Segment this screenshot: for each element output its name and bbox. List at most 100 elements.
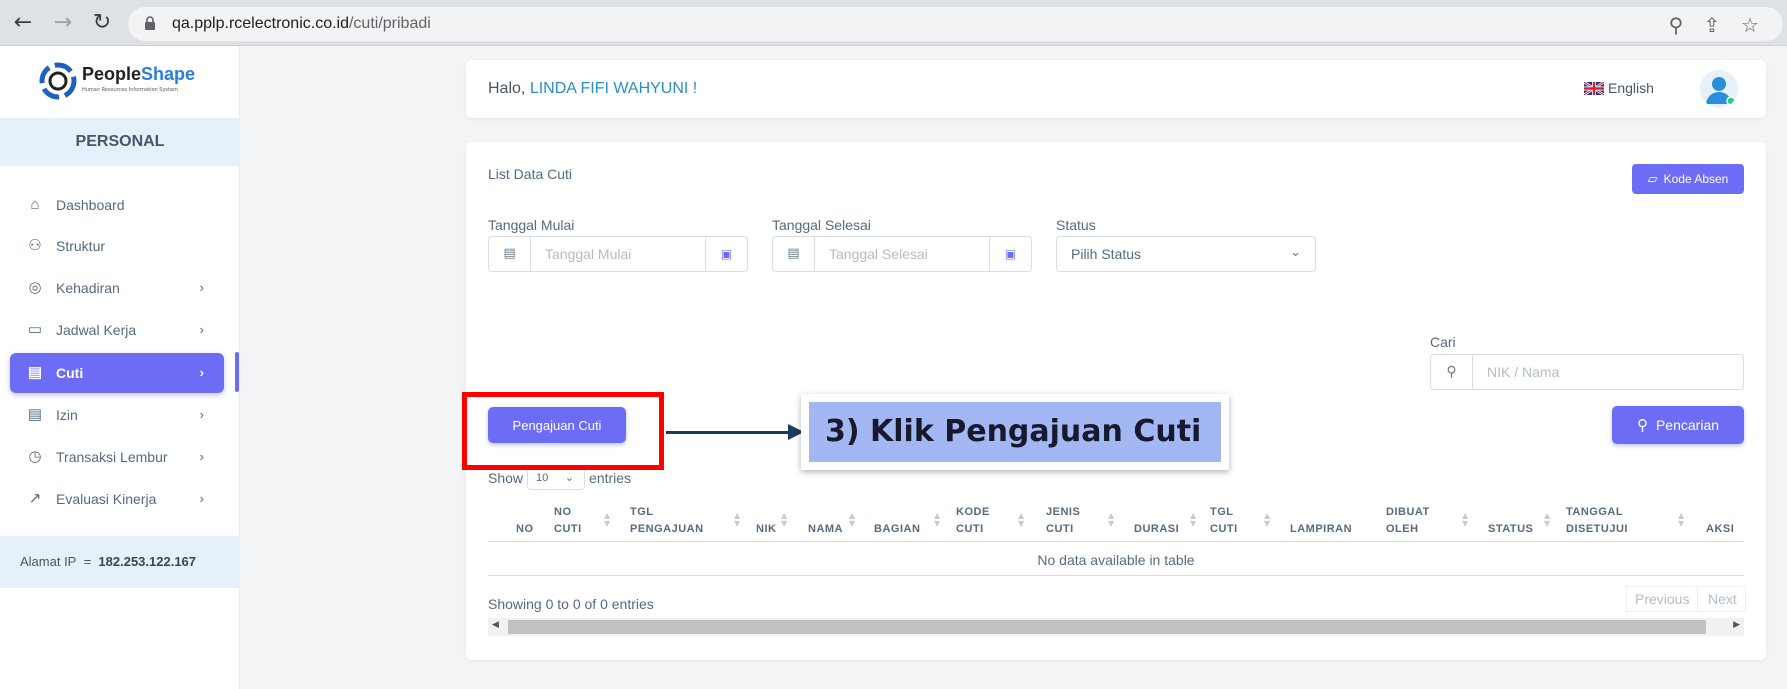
cari-label: Cari (1430, 334, 1456, 350)
browser-toolbar: ← → ↻ qa.pplp.rcelectronic.co.id/cuti/pr… (0, 0, 1787, 46)
sort-icon: ▲ ▼ (1108, 511, 1115, 528)
calendar-icon: ▤ (27, 364, 43, 381)
fingerprint-icon: ◎ (28, 279, 42, 296)
sort-icon: ▲ ▼ (734, 511, 741, 528)
briefcase-icon: ▭ (27, 321, 43, 338)
ip-address: Alamat IP = 182.253.122.167 (0, 536, 240, 588)
previous-button[interactable]: Previous (1626, 586, 1699, 612)
scroll-right-icon[interactable]: ▶ (1733, 620, 1740, 630)
sidebar-item-kehadiran[interactable]: ◎ Kehadiran › (10, 268, 224, 308)
home-icon: ⌂ (30, 196, 40, 213)
logo-text: PeopleShape (82, 64, 196, 84)
sidebar-item-izin[interactable]: ▤ Izin › (10, 395, 224, 435)
sort-icon: ▲ ▼ (1678, 511, 1685, 528)
calendar-icon: ▤ (27, 406, 43, 423)
sort-icon: ▲ ▼ (1544, 511, 1551, 528)
back-arrow-icon[interactable]: ← (10, 10, 36, 36)
reload-icon[interactable]: ↻ (89, 10, 115, 36)
col-aksi[interactable]: AKSI (1706, 502, 1744, 542)
logo-tagline: Human Resources Information System (82, 87, 178, 93)
sidebar-item-cuti[interactable]: ▤ Cuti › (10, 353, 224, 393)
clock-icon: ◷ (28, 448, 42, 465)
sitemap-icon: ⚇ (28, 237, 42, 254)
sidebar-item-jadwal-kerja[interactable]: ▭ Jadwal Kerja › (10, 310, 224, 350)
page-title: List Data Cuti (488, 166, 573, 182)
table-info: Showing 0 to 0 of 0 entries (488, 596, 654, 612)
header-card: Halo, LINDA FIFI WAHYUNI ! English (466, 60, 1766, 118)
sort-icon: ▲ ▼ (1190, 511, 1197, 528)
kode-absen-button[interactable]: ▱ Kode Absen (1632, 164, 1744, 194)
chevron-right-icon: › (199, 365, 204, 380)
search-icon: ⚲ (1431, 355, 1473, 389)
pencarian-button[interactable]: ⚲ Pencarian (1612, 406, 1744, 444)
no-data-row: No data available in table (488, 544, 1744, 576)
sidebar-item-dashboard[interactable]: ⌂ Dashboard (10, 185, 224, 225)
horizontal-scrollbar[interactable]: ◀ ▶ (488, 618, 1744, 636)
col-jenis-cuti[interactable]: JENIS CUTI (1046, 502, 1096, 542)
sort-icon: ▲ ▼ (781, 511, 788, 528)
sort-icon: ▲ ▼ (604, 511, 611, 528)
search-icon: ⚲ (1636, 417, 1648, 434)
annotation-arrow (666, 431, 790, 434)
callout-text: 3) Klik Pengajuan Cuti (809, 402, 1221, 462)
search-input[interactable]: ⚲ NIK / Nama (1430, 354, 1744, 390)
sidebar-item-struktur[interactable]: ⚇ Struktur (10, 226, 224, 266)
calendar-icon: ▤ (773, 237, 815, 271)
col-no[interactable]: NO (516, 502, 540, 542)
status-label: Status (1056, 217, 1096, 233)
col-status[interactable]: STATUS (1488, 502, 1544, 542)
note-icon: ▱ (1647, 171, 1658, 186)
star-icon[interactable]: ☆ (1738, 13, 1762, 37)
tanggal-selesai-field[interactable]: ▤ Tanggal Selesai ▣ (772, 236, 1032, 272)
sort-icon: ▲ ▼ (1018, 511, 1025, 528)
section-personal: PERSONAL (0, 118, 240, 166)
chevron-down-icon: ⌄ (1290, 245, 1301, 260)
col-tgl-cuti[interactable]: TGL CUTI (1210, 502, 1250, 542)
col-durasi[interactable]: DURASI (1134, 502, 1190, 542)
col-nama[interactable]: NAMA (808, 502, 852, 542)
chart-icon: ↗ (28, 490, 42, 507)
col-lampiran[interactable]: LAMPIRAN (1290, 502, 1368, 542)
chevron-right-icon: › (199, 407, 204, 422)
calendar-picker-icon[interactable]: ▣ (989, 237, 1031, 271)
address-bar[interactable]: qa.pplp.rcelectronic.co.id/cuti/pribadi … (128, 7, 1783, 41)
scrollbar-thumb[interactable] (508, 620, 1706, 634)
url-text: qa.pplp.rcelectronic.co.id/cuti/pribadi (172, 15, 431, 32)
chevron-down-icon: ⌄ (564, 472, 575, 484)
calendar-icon: ▤ (489, 237, 531, 271)
col-dibuat-oleh[interactable]: DIBUAT OLEH (1386, 502, 1442, 542)
scroll-left-icon[interactable]: ◀ (492, 620, 499, 630)
chevron-right-icon: › (199, 280, 204, 295)
sidebar-item-evaluasi-kinerja[interactable]: ↗ Evaluasi Kinerja › (10, 479, 224, 519)
tanggal-mulai-field[interactable]: ▤ Tanggal Mulai ▣ (488, 236, 748, 272)
avatar[interactable] (1700, 70, 1738, 108)
table-header: NO NO CUTI ▲ ▼ TGL PENGAJUAN ▲ ▼ NIK ▲ ▼ NAMA… (488, 502, 1744, 542)
sort-icon: ▲ ▼ (849, 511, 856, 528)
sort-icon: ▲ ▼ (1264, 511, 1271, 528)
tanggal-selesai-label: Tanggal Selesai (772, 217, 871, 233)
col-tgl-pengajuan[interactable]: TGL PENGAJUAN (630, 502, 720, 542)
zoom-icon[interactable]: ⚲ (1664, 13, 1688, 37)
chevron-right-icon: › (199, 322, 204, 337)
sort-icon: ▲ ▼ (934, 511, 941, 528)
language-switch[interactable]: English (1584, 80, 1654, 96)
active-indicator (235, 352, 239, 392)
col-kode-cuti[interactable]: KODE CUTI (956, 502, 1006, 542)
status-select[interactable]: Pilih Status ⌄ (1056, 236, 1316, 272)
annotation-callout: 3) Klik Pengajuan Cuti (801, 394, 1229, 470)
share-icon[interactable]: ⇪ (1700, 13, 1724, 37)
col-tanggal-disetujui[interactable]: TANGGAL DISETUJUI (1566, 502, 1656, 542)
logo[interactable]: PeopleShape Human Resources Information … (38, 60, 198, 106)
greeting: Halo, LINDA FIFI WAHYUNI ! (488, 80, 698, 97)
chevron-right-icon: › (199, 449, 204, 464)
forward-arrow-icon[interactable]: → (50, 10, 76, 36)
lock-icon (145, 16, 155, 30)
highlight-box (462, 392, 664, 470)
calendar-picker-icon[interactable]: ▣ (705, 237, 747, 271)
col-bagian[interactable]: BAGIAN (874, 502, 930, 542)
sidebar-item-transaksi-lembur[interactable]: ◷ Transaksi Lembur › (10, 437, 224, 477)
next-button[interactable]: Next (1700, 586, 1746, 612)
chevron-right-icon: › (199, 491, 204, 506)
uk-flag-icon (1584, 81, 1604, 95)
logo-mark-icon (39, 62, 77, 100)
